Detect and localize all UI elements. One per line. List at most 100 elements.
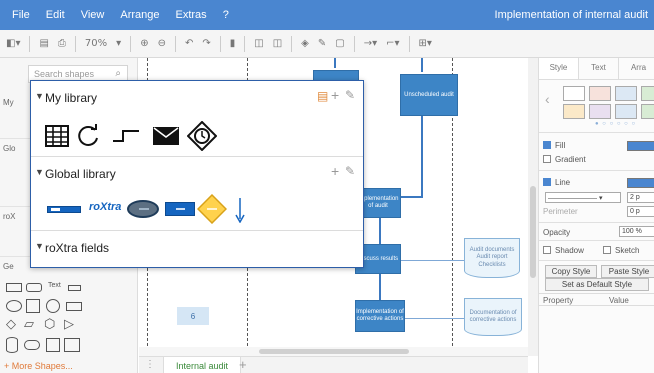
line-option[interactable]: Line [543, 178, 570, 187]
menu-edit[interactable]: Edit [46, 9, 65, 21]
data-association-line[interactable] [401, 260, 465, 261]
fill-color-button[interactable] [627, 141, 654, 151]
edit-pencil-icon[interactable]: ✎ [345, 88, 355, 102]
line-checkbox[interactable] [543, 178, 551, 186]
ellipse-shape[interactable] [127, 200, 159, 218]
rectangle-shape-icon[interactable] [6, 283, 22, 292]
style-swatch[interactable] [589, 104, 611, 119]
fill-checkbox[interactable] [543, 141, 551, 149]
roxtra-fields-header[interactable]: ▼ roXtra fields [31, 231, 363, 265]
waypoints-icon[interactable]: ⌐▾ [386, 38, 399, 49]
triangle-shape-icon[interactable]: ▷ [64, 316, 74, 332]
circle-shape-icon[interactable] [46, 299, 60, 313]
gradient-option[interactable]: Gradient [543, 155, 586, 164]
style-swatch[interactable] [641, 86, 654, 101]
horizontal-scroll-thumb[interactable] [259, 349, 409, 354]
print-icon[interactable]: ⎙ [58, 38, 66, 49]
copy-style-button[interactable]: Copy Style [545, 265, 597, 278]
flow-arrow[interactable] [334, 58, 336, 68]
timer-event-icon[interactable] [187, 121, 217, 151]
sidebar-section-roxtra[interactable]: roX [3, 212, 15, 221]
shadow-checkbox[interactable] [543, 246, 551, 254]
process-unscheduled-audit[interactable]: Unscheduled audit [400, 74, 458, 116]
fill-color-icon[interactable]: ◈ [301, 38, 309, 49]
vertical-scrollbar[interactable] [528, 58, 538, 356]
redo-icon[interactable]: ↷ [202, 38, 210, 49]
document-title[interactable]: Implementation of internal audit [495, 9, 648, 21]
menu-view[interactable]: View [81, 9, 105, 21]
style-swatch[interactable] [563, 86, 585, 101]
hexagon-shape-icon[interactable]: ⬡ [44, 316, 55, 332]
table-cell-number[interactable]: 6 [177, 307, 209, 325]
global-library-header[interactable]: ▼ Global library + ✎ [31, 157, 363, 191]
add-icon[interactable]: + [331, 163, 339, 179]
connector-icon[interactable] [111, 127, 141, 145]
more-shapes-link[interactable]: + More Shapes... [4, 361, 73, 371]
style-swatch[interactable] [563, 104, 585, 119]
view-panels-icon[interactable]: ◧▾ [6, 38, 20, 49]
save-library-icon[interactable]: ▤ [317, 89, 328, 103]
cylinder-shape-icon[interactable] [6, 337, 18, 353]
search-icon[interactable]: ⌕ [115, 68, 121, 79]
flow-arrow[interactable] [421, 116, 423, 196]
chevron-left-icon[interactable]: ‹ [545, 91, 550, 107]
pages-menu-icon[interactable]: ⋮ [145, 359, 155, 370]
flow-arrow[interactable] [379, 218, 381, 244]
insert-table-icon[interactable]: ⊞▾ [419, 38, 432, 49]
tab-style[interactable]: Style [539, 58, 579, 79]
paste-style-button[interactable]: Paste Style [601, 265, 654, 278]
shadow-option[interactable]: Shadow [543, 246, 584, 255]
blue-bar-shape[interactable] [47, 206, 81, 213]
menu-extras[interactable]: Extras [176, 9, 207, 21]
vertical-scroll-thumb[interactable] [530, 186, 536, 278]
internal-storage-shape-icon[interactable] [64, 338, 80, 352]
process-implementation-of-corrective-actions[interactable]: Implementation of corrective actions [355, 300, 405, 332]
edit-pencil-icon[interactable]: ✎ [345, 164, 355, 178]
sidebar-section-global[interactable]: Glo [3, 144, 15, 153]
style-swatch[interactable] [589, 86, 611, 101]
data-association-line[interactable] [401, 318, 465, 319]
sketch-checkbox[interactable] [603, 246, 611, 254]
zoom-dropdown-icon[interactable]: ▾ [116, 38, 121, 49]
page-tab-internal-audit[interactable]: Internal audit [163, 357, 242, 373]
document-documentation-of-corrective-actions[interactable]: Documentation of corrective actions [464, 298, 522, 336]
flow-arrow[interactable] [401, 196, 423, 198]
line-color-button[interactable] [627, 178, 654, 188]
gateway-shape[interactable] [197, 194, 227, 224]
add-icon[interactable]: + [331, 87, 339, 103]
text-shape-icon[interactable]: Text [48, 282, 61, 289]
line-pattern-select[interactable]: ——————— ▾ [545, 192, 621, 203]
diamond-shape-icon[interactable]: ◇ [6, 316, 16, 332]
undo-icon[interactable]: ↶ [185, 38, 193, 49]
horizontal-scrollbar[interactable] [139, 347, 528, 356]
opacity-input[interactable]: 100 % [619, 226, 654, 237]
expand-triangle-icon[interactable]: ▼ [35, 167, 44, 177]
to-back-icon[interactable]: ◫ [273, 38, 282, 49]
style-swatch[interactable] [641, 104, 654, 119]
zoom-out-icon[interactable]: ⊖ [158, 38, 166, 49]
tab-text[interactable]: Text [579, 58, 619, 79]
blue-button-shape[interactable] [165, 202, 195, 216]
zoom-select[interactable]: 70% [85, 38, 107, 49]
process-shape-icon[interactable] [66, 302, 82, 311]
save-icon[interactable]: ▤ [39, 38, 48, 49]
shadow-icon[interactable]: ▢ [335, 38, 344, 49]
sidebar-section-general[interactable]: Ge [3, 262, 14, 271]
arrow-down-icon[interactable] [235, 197, 245, 223]
envelope-icon[interactable] [153, 127, 179, 145]
roxtra-logo[interactable]: roXtra [89, 201, 121, 213]
document-shape-icon[interactable] [46, 338, 60, 352]
connection-icon[interactable]: →▾ [364, 38, 377, 49]
tab-arrange[interactable]: Arra [619, 58, 654, 79]
my-library-header[interactable]: ▼ My library ▤ + ✎ [31, 81, 363, 115]
document-audit-documents[interactable]: Audit documents Audit report Checklists [464, 238, 520, 278]
menu-arrange[interactable]: Arrange [120, 9, 159, 21]
flow-arrow[interactable] [379, 274, 381, 300]
ellipse-shape-icon[interactable] [6, 300, 22, 312]
sidebar-section-my-library[interactable]: My [3, 98, 14, 107]
to-front-icon[interactable]: ◫ [254, 38, 263, 49]
sketch-option[interactable]: Sketch [603, 246, 639, 255]
menu-help[interactable]: ? [223, 9, 229, 21]
cloud-shape-icon[interactable] [24, 340, 40, 350]
line-color-icon[interactable]: ✎ [318, 38, 326, 49]
